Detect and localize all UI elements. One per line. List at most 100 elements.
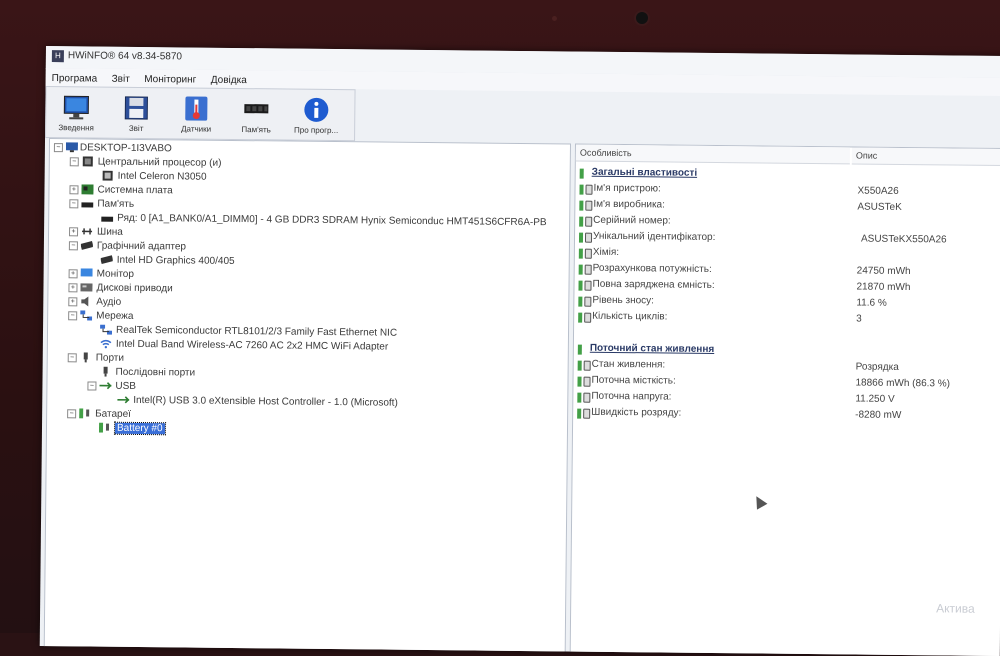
menu-help[interactable]: Довідка — [205, 72, 251, 86]
collapse-toggle[interactable]: − — [87, 381, 97, 391]
collapse-toggle[interactable]: − — [68, 311, 78, 321]
disk-drive-icon — [80, 283, 93, 292]
plug-icon — [585, 200, 593, 211]
prop-wear-level-label: Рівень зносу: — [592, 294, 655, 307]
menu-report[interactable]: Звіт — [106, 71, 134, 85]
thermometer-icon — [185, 96, 208, 121]
tree-ethernet-adapter[interactable]: RealTek Semiconductor RTL8101/2/3 Family… — [116, 325, 397, 339]
battery-icon — [577, 344, 582, 355]
prop-device-name-label: Ім'я пристрою: — [593, 182, 661, 195]
battery-icon — [98, 422, 110, 433]
plug-icon — [584, 248, 592, 259]
prop-full-charge-capacity-label: Повна заряджена ємність: — [592, 278, 715, 292]
collapse-toggle[interactable]: − — [67, 409, 77, 419]
collapse-toggle[interactable]: − — [53, 143, 63, 153]
battery-icon — [578, 312, 583, 323]
battery-icon — [579, 184, 584, 195]
tree-battery-0[interactable]: Battery #0 — [113, 421, 166, 436]
battery-icon — [577, 408, 582, 419]
prop-discharge-rate-label: Швидкість розряду: — [591, 406, 682, 419]
prop-power-state-value: Розрядка — [855, 361, 899, 373]
battery-icon — [579, 216, 584, 227]
collapse-toggle[interactable]: − — [68, 241, 78, 251]
expand-toggle[interactable]: + — [68, 297, 78, 307]
selected-item-label[interactable]: Battery #0 — [113, 421, 166, 436]
about-button[interactable]: Про прогр... — [286, 92, 346, 139]
graphics-card-icon — [100, 255, 113, 265]
memory-button[interactable]: Пам'ять — [226, 91, 286, 138]
expand-toggle[interactable]: + — [69, 185, 79, 195]
plug-icon — [583, 408, 591, 419]
plug-icon — [584, 264, 592, 275]
device-tree[interactable]: − DESKTOP-1I3VABO − Центральний процесор… — [43, 138, 572, 654]
prop-cycle-count-value: 3 — [856, 313, 862, 325]
plug-icon — [583, 376, 591, 387]
battery-icon — [578, 280, 583, 291]
prop-unique-id-value: ASUSTeKX550A26 — [860, 233, 947, 246]
tree-graphics-adapter[interactable]: Графічний адаптер — [97, 241, 186, 253]
window-title: HWiNFO® 64 v8.34-5870 — [67, 50, 183, 63]
bus-icon — [82, 228, 93, 235]
tree-motherboard[interactable]: Системна плата — [97, 185, 172, 197]
expand-toggle[interactable]: + — [69, 227, 79, 237]
collapse-toggle[interactable]: − — [69, 199, 79, 209]
memory-chip-icon — [244, 104, 269, 114]
tree-audio[interactable]: Аудіо — [96, 297, 121, 308]
battery-icon — [578, 264, 583, 275]
tree-gpu-model[interactable]: Intel HD Graphics 400/405 — [117, 255, 235, 267]
prop-current-voltage-label: Поточна напруга: — [591, 390, 672, 403]
usb-icon — [99, 382, 112, 390]
port-icon — [83, 352, 88, 363]
prop-full-charge-capacity-value: 21870 mWh — [856, 281, 911, 294]
tree-usb[interactable]: USB — [115, 381, 136, 392]
prop-power-state-label: Стан живлення: — [591, 358, 666, 371]
tree-ports[interactable]: Порти — [96, 353, 124, 364]
battery-icon — [79, 408, 90, 419]
tree-memory[interactable]: Пам'ять — [97, 199, 134, 210]
section-current-power-state: Поточний стан живлення — [589, 342, 715, 356]
column-feature-header[interactable]: Особливість — [575, 144, 850, 165]
speaker-icon — [81, 296, 89, 307]
memory-stick-icon — [101, 216, 114, 222]
menu-monitoring[interactable]: Моніторинг — [138, 71, 200, 86]
tree-root-computer[interactable]: DESKTOP-1I3VABO — [80, 142, 172, 154]
prop-designed-capacity-label: Розрахункова потужність: — [592, 262, 712, 275]
prop-current-voltage-value: 11.250 V — [855, 393, 895, 405]
computer-icon — [65, 142, 78, 153]
activation-watermark: Актива — [936, 601, 975, 616]
tree-usb-controller[interactable]: Intel(R) USB 3.0 eXtensible Host Control… — [133, 395, 398, 409]
tree-monitor[interactable]: Монітор — [97, 269, 134, 280]
ethernet-icon — [100, 324, 113, 335]
battery-icon — [578, 296, 583, 307]
collapse-toggle[interactable]: − — [67, 353, 77, 363]
tree-cpu[interactable]: Центральний процесор (и) — [98, 157, 222, 169]
tree-cpu-model[interactable]: Intel Celeron N3050 — [118, 171, 207, 183]
tree-bus[interactable]: Шина — [97, 227, 123, 238]
summary-button[interactable]: Зведення — [46, 89, 106, 136]
column-description-header[interactable]: Опис — [851, 147, 1000, 167]
tree-network[interactable]: Мережа — [96, 311, 133, 322]
prop-designed-capacity-value: 24750 mWh — [856, 265, 911, 278]
hwinfo-window: H HWiNFO® 64 v8.34-5870 Програма Звіт Мо… — [39, 46, 1000, 656]
prop-cycle-count-label: Кількість циклів: — [592, 310, 668, 323]
usb-controller-icon — [117, 396, 130, 404]
plug-icon — [584, 232, 593, 243]
tree-wifi-adapter[interactable]: Intel Dual Band Wireless-AC 7260 AC 2x2 … — [116, 339, 388, 353]
expand-toggle[interactable]: + — [68, 269, 78, 279]
plug-icon — [585, 184, 593, 195]
cpu-chip-icon — [102, 170, 113, 181]
prop-unique-id-label: Унікальний ідентифікатор: — [592, 230, 716, 244]
expand-toggle[interactable]: + — [68, 283, 78, 293]
tree-memory-module[interactable]: Ряд: 0 [A1_BANK0/A1_DIMM0] - 4 GB DDR3 S… — [117, 213, 546, 228]
collapse-toggle[interactable]: − — [69, 157, 79, 167]
monitor-icon — [63, 95, 89, 120]
battery-icon — [579, 168, 584, 179]
tree-batteries[interactable]: Батареї — [95, 409, 131, 420]
sensors-button[interactable]: Датчики — [166, 90, 226, 137]
prop-current-capacity-label: Поточна місткість: — [591, 374, 676, 387]
menu-program[interactable]: Програма — [46, 70, 102, 85]
prop-device-name-value: X550A26 — [857, 185, 899, 197]
tree-disk-drives[interactable]: Дискові приводи — [96, 283, 172, 295]
report-button[interactable]: Звіт — [106, 90, 166, 137]
tree-serial-ports[interactable]: Послідовні порти — [116, 367, 196, 379]
